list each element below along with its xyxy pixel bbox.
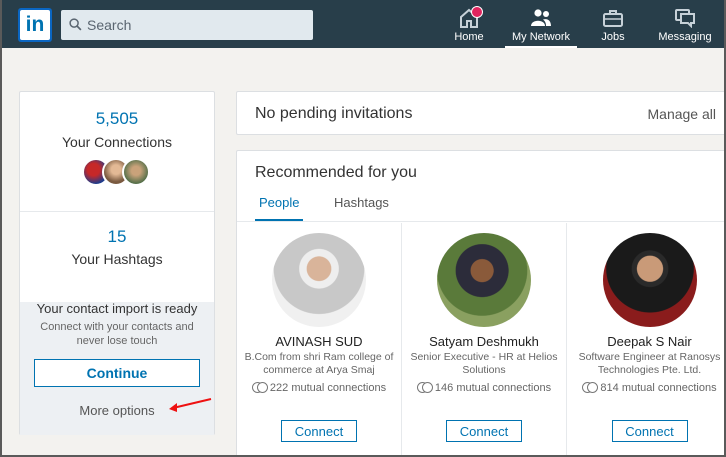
mutual-connections-icon: [251, 382, 268, 393]
import-subtitle: Connect with your contacts and never los…: [40, 321, 194, 347]
person-name[interactable]: Deepak S Nair: [567, 334, 726, 349]
tab-hashtags[interactable]: Hashtags: [334, 195, 389, 221]
search-input[interactable]: [87, 10, 307, 40]
mutual-connections-text: 814 mutual connections: [600, 382, 717, 394]
manage-all-link[interactable]: Manage all: [648, 106, 717, 122]
mutual-connections-text: 146 mutual connections: [434, 382, 552, 394]
person-name[interactable]: Satyam Deshmukh: [402, 334, 566, 349]
mutual-connections-text: 222 mutual connections: [269, 382, 387, 394]
import-title: Your contact import is ready: [36, 301, 198, 316]
nav-messaging-label: Messaging: [658, 31, 712, 43]
nav-home[interactable]: Home: [440, 0, 498, 48]
connections-label[interactable]: Your Connections: [20, 134, 214, 150]
person-card[interactable]: Deepak S Nair Software Engineer at Ranos…: [567, 223, 726, 457]
invitations-card: No pending invitations Manage all: [236, 91, 726, 135]
person-headline: Software Engineer at Ranosys Technologie…: [578, 351, 721, 376]
connect-button[interactable]: Connect: [611, 420, 688, 442]
search-icon: [69, 18, 82, 31]
network-summary-card: 5,505 Your Connections 15 Your Hashtags …: [19, 91, 215, 435]
mutual-connections[interactable]: 814 mutual connections: [567, 382, 726, 394]
nav-jobs-label: Jobs: [601, 31, 625, 43]
briefcase-icon: [603, 10, 623, 27]
notification-badge: [471, 6, 483, 18]
nav-home-label: Home: [454, 31, 484, 43]
mutual-connections-icon: [416, 382, 433, 393]
connect-button[interactable]: Connect: [281, 420, 357, 442]
connect-button[interactable]: Connect: [446, 420, 522, 442]
nav-jobs[interactable]: Jobs: [586, 0, 640, 48]
network-icon: [531, 9, 551, 26]
invitations-title: No pending invitations: [255, 105, 413, 122]
nav-my-network[interactable]: My Network: [505, 0, 577, 48]
tabs-divider: [237, 221, 726, 222]
linkedin-logo[interactable]: in: [18, 8, 52, 42]
person-headline: B.Com from shri Ram college of commerce …: [244, 351, 394, 376]
mutual-connections[interactable]: 146 mutual connections: [402, 382, 566, 394]
search-bar[interactable]: [61, 10, 313, 40]
recommended-card: Recommended for you People Hashtags AVIN…: [236, 150, 726, 457]
top-nav: in Home My Network Jobs Messaging: [0, 0, 726, 48]
divider: [20, 211, 214, 212]
profile-photo[interactable]: [602, 233, 697, 327]
profile-photo[interactable]: [437, 233, 531, 327]
profile-photo[interactable]: [272, 233, 366, 327]
hashtags-count[interactable]: 15: [20, 227, 214, 247]
recommended-title: Recommended for you: [255, 164, 417, 181]
person-card[interactable]: Satyam Deshmukh Senior Executive - HR at…: [402, 223, 567, 457]
messaging-icon: [675, 9, 695, 28]
connection-avatars[interactable]: [82, 158, 154, 190]
connections-count[interactable]: 5,505: [20, 109, 214, 129]
mutual-connections-icon: [582, 382, 599, 393]
avatar: [122, 158, 150, 186]
mutual-connections[interactable]: 222 mutual connections: [237, 382, 401, 394]
person-name[interactable]: AVINASH SUD: [237, 334, 401, 349]
hashtags-label[interactable]: Your Hashtags: [20, 251, 214, 267]
nav-my-network-label: My Network: [511, 31, 571, 43]
continue-button[interactable]: Continue: [34, 359, 200, 387]
nav-messaging[interactable]: Messaging: [652, 0, 718, 48]
tab-people[interactable]: People: [255, 195, 304, 221]
person-card[interactable]: AVINASH SUD B.Com from shri Ram college …: [237, 223, 402, 457]
person-headline: Senior Executive - HR at Helios Solution…: [410, 351, 558, 376]
annotation-arrow-icon: [169, 398, 212, 412]
